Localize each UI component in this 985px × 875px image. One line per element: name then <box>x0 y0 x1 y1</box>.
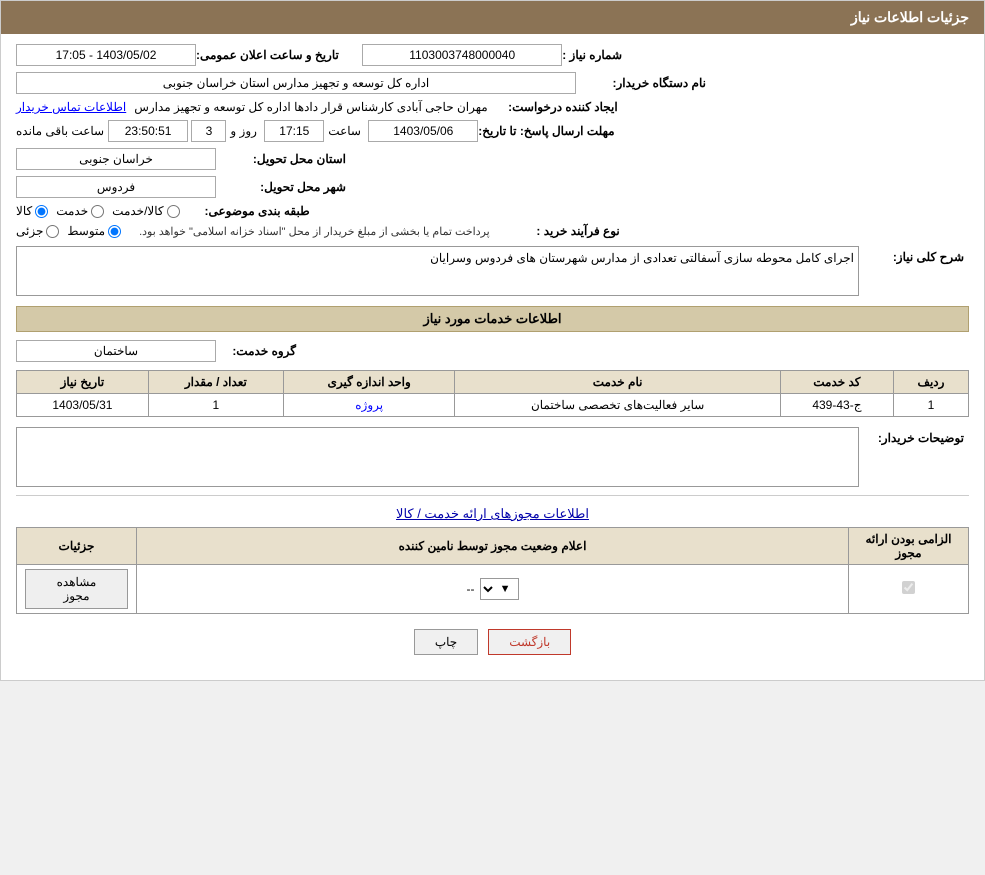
buyer-notes-row: توضیحات خریدار: <box>16 427 969 487</box>
perm-status-cell: ▼ -- <box>137 565 849 614</box>
view-permit-button[interactable]: مشاهده مجوز <box>25 569 128 609</box>
announcement-date-value: 1403/05/02 - 17:05 <box>16 44 196 66</box>
buyer-notes-textarea[interactable] <box>16 427 859 487</box>
perm-status-select[interactable]: ▼ <box>480 578 519 600</box>
col-header-code: کد خدمت <box>780 371 893 394</box>
radio-kala-label[interactable]: کالا <box>16 204 48 218</box>
service-group-row: گروه خدمت: ساختمان <box>16 340 969 362</box>
perm-required-checkbox[interactable] <box>902 581 915 594</box>
purchase-type-radio-group: پرداخت تمام یا بخشی از مبلغ خریدار از مح… <box>16 224 490 238</box>
radio-khedmat[interactable] <box>91 205 104 218</box>
radio-motavaset[interactable] <box>108 225 121 238</box>
radio-jozei[interactable] <box>46 225 59 238</box>
radio-kala[interactable] <box>35 205 48 218</box>
response-remaining-value: 23:50:51 <box>108 120 188 142</box>
permissions-section-title[interactable]: اطلاعات مجوزهای ارائه خدمت / کالا <box>16 506 969 522</box>
radio-motavaset-label[interactable]: متوسط <box>67 224 121 238</box>
cell-name: سایر فعالیت‌های تخصصی ساختمان <box>455 394 780 417</box>
response-deadline-label: مهلت ارسال پاسخ: تا تاریخ: <box>478 124 614 138</box>
services-table: ردیف کد خدمت نام خدمت واحد اندازه گیری ت… <box>16 370 969 417</box>
radio-khedmat-label[interactable]: خدمت <box>56 204 104 218</box>
response-time-label: ساعت <box>328 124 361 138</box>
category-radio-group: کالا/خدمت خدمت کالا <box>16 204 180 218</box>
header-title: جزئیات اطلاعات نیاز <box>851 9 969 25</box>
need-number-row: شماره نیاز : 1103003748000040 تاریخ و سا… <box>16 44 969 66</box>
radio-kala-khedmat-label[interactable]: کالا/خدمت <box>112 204 179 218</box>
print-button[interactable]: چاپ <box>414 629 478 655</box>
requester-label: ایجاد کننده درخواست: <box>488 100 618 114</box>
perm-status-value: -- <box>467 582 475 596</box>
city-row: شهر محل تحویل: فردوس <box>16 176 969 198</box>
service-group-label: گروه خدمت: <box>216 344 296 358</box>
radio-jozei-label[interactable]: جزئی <box>16 224 59 238</box>
col-header-unit: واحد اندازه گیری <box>283 371 454 394</box>
requester-row: ایجاد کننده درخواست: مهران حاجی آبادی کا… <box>16 100 969 114</box>
col-header-date: تاریخ نیاز <box>17 371 149 394</box>
services-section-title: اطلاعات خدمات مورد نیاز <box>16 306 969 332</box>
need-number-label: شماره نیاز : <box>562 48 622 62</box>
service-group-value: ساختمان <box>16 340 216 362</box>
col-header-qty: تعداد / مقدار <box>148 371 283 394</box>
perm-required-cell <box>849 565 969 614</box>
purchase-note: پرداخت تمام یا بخشی از مبلغ خریدار از مح… <box>139 225 490 238</box>
page-wrapper: جزئیات اطلاعات نیاز شماره نیاز : 1103003… <box>0 0 985 681</box>
response-remaining-label: ساعت باقی مانده <box>16 124 104 138</box>
contact-info-link[interactable]: اطلاعات تماس خریدار <box>16 100 126 114</box>
col-header-name: نام خدمت <box>455 371 780 394</box>
city-value: فردوس <box>16 176 216 198</box>
cell-qty: 1 <box>148 394 283 417</box>
col-header-rownum: ردیف <box>893 371 968 394</box>
category-row: طبقه بندی موضوعی: کالا/خدمت خدمت کالا <box>16 204 969 218</box>
purchase-type-row: نوع فرآیند خرید : پرداخت تمام یا بخشی از… <box>16 224 969 238</box>
main-content: شماره نیاز : 1103003748000040 تاریخ و سا… <box>1 34 984 680</box>
description-label: شرح کلی نیاز: <box>859 246 969 264</box>
radio-kala-khedmat[interactable] <box>167 205 180 218</box>
buyer-org-value: اداره کل توسعه و تجهیز مدارس استان خراسا… <box>16 72 576 94</box>
response-time-value: 17:15 <box>264 120 324 142</box>
city-label: شهر محل تحویل: <box>216 180 346 194</box>
province-label: استان محل تحویل: <box>216 152 346 166</box>
perm-col-details: جزئیات <box>17 528 137 565</box>
buyer-notes-label: توضیحات خریدار: <box>859 427 969 445</box>
perm-details-cell: مشاهده مجوز <box>17 565 137 614</box>
table-row: 1 ج-43-439 سایر فعالیت‌های تخصصی ساختمان… <box>17 394 969 417</box>
response-days-value: 3 <box>191 120 226 142</box>
page-header: جزئیات اطلاعات نیاز <box>1 1 984 34</box>
cell-unit[interactable]: پروژه <box>283 394 454 417</box>
description-value: اجرای کامل محوطه سازی آسفالتی تعدادی از … <box>16 246 859 296</box>
description-row: شرح کلی نیاز: اجرای کامل محوطه سازی آسفا… <box>16 246 969 296</box>
province-value: خراسان جنوبی <box>16 148 216 170</box>
response-deadline-row: مهلت ارسال پاسخ: تا تاریخ: 1403/05/06 سا… <box>16 120 969 142</box>
response-days-label: روز و <box>230 124 257 138</box>
perm-col-status: اعلام وضعیت مجوز توسط نامین کننده <box>137 528 849 565</box>
cell-rownum: 1 <box>893 394 968 417</box>
buyer-org-label: نام دستگاه خریدار: <box>576 76 706 90</box>
perm-col-required: الزامی بودن ارائه مجوز <box>849 528 969 565</box>
permissions-table: الزامی بودن ارائه مجوز اعلام وضعیت مجوز … <box>16 527 969 614</box>
province-row: استان محل تحویل: خراسان جنوبی <box>16 148 969 170</box>
back-button[interactable]: بازگشت <box>488 629 571 655</box>
purchase-type-label: نوع فرآیند خرید : <box>490 224 620 238</box>
divider <box>16 495 969 496</box>
cell-code: ج-43-439 <box>780 394 893 417</box>
announcement-date-label: تاریخ و ساعت اعلان عمومی: <box>196 48 339 62</box>
buyer-org-row: نام دستگاه خریدار: اداره کل توسعه و تجهی… <box>16 72 969 94</box>
requester-name: مهران حاجی آبادی کارشناس قرار دادها ادار… <box>134 100 487 114</box>
perm-table-row: ▼ -- مشاهده مجوز <box>17 565 969 614</box>
need-number-value: 1103003748000040 <box>362 44 562 66</box>
bottom-buttons: بازگشت چاپ <box>16 629 969 655</box>
cell-date: 1403/05/31 <box>17 394 149 417</box>
response-date-value: 1403/05/06 <box>368 120 478 142</box>
category-label: طبقه بندی موضوعی: <box>180 204 310 218</box>
